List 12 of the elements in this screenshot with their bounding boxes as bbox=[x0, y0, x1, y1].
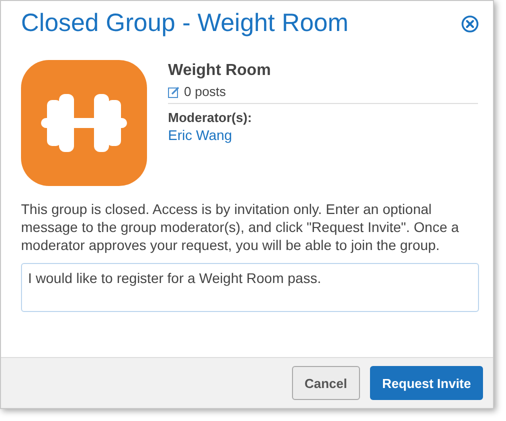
request-invite-button[interactable]: Request Invite bbox=[370, 366, 483, 400]
close-icon[interactable] bbox=[461, 14, 479, 32]
dumbbell-icon bbox=[21, 60, 147, 186]
cancel-button[interactable]: Cancel bbox=[292, 366, 360, 400]
message-text: This group is closed. Access is by invitation only. Enter an optional message to the group moderator(s), and click "Request Invite". Once a moderator approves your request, you will be able to join the group. bbox=[21, 200, 460, 254]
group-name: Weight Room bbox=[168, 62, 271, 80]
post-count: 0 posts bbox=[184, 84, 226, 99]
message-field[interactable]: I would like to register for a Weight Room pass. bbox=[21, 263, 479, 312]
moderators-label: Moderator(s): bbox=[168, 110, 252, 125]
moderator-link[interactable]: Eric Wang bbox=[168, 127, 232, 143]
dialog-title: Closed Group - Weight Room bbox=[21, 9, 348, 38]
edit-icon bbox=[168, 86, 180, 98]
